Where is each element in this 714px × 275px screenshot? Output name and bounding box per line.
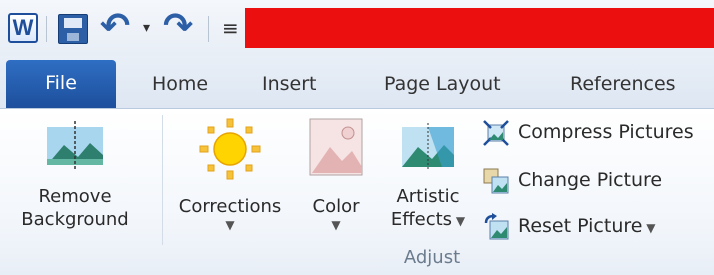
undo-dropdown-icon[interactable]: ▾ <box>143 20 150 36</box>
corrections-button[interactable]: Corrections ▼ <box>168 117 292 247</box>
color-button[interactable]: Color ▼ <box>298 117 374 247</box>
word-app-icon[interactable]: W <box>8 13 38 43</box>
adjust-group-label: Adjust <box>403 247 461 268</box>
customize-toolbar-icon[interactable]: ≡ <box>222 16 239 40</box>
reset-picture-text: Reset Picture <box>518 215 643 237</box>
compress-pictures-label: Compress Pictures <box>518 121 694 143</box>
compress-pictures-icon <box>483 120 509 146</box>
artistic-effects-label-line1: Artistic <box>396 186 460 207</box>
corrections-dropdown-icon: ▼ <box>225 218 235 232</box>
change-picture-icon <box>483 168 509 194</box>
remove-background-label-line1: Remove <box>38 186 112 207</box>
tab-insert[interactable]: Insert <box>262 60 317 108</box>
reset-picture-label: Reset Picture ▼ <box>518 213 656 239</box>
remove-background-icon <box>47 121 103 171</box>
tab-home[interactable]: Home <box>152 60 208 108</box>
artistic-effects-label-text: Effects <box>390 209 453 230</box>
corrections-label: Corrections <box>178 196 282 217</box>
artistic-effects-label-line2: Effects ▼ <box>380 208 476 231</box>
group-divider <box>162 115 163 245</box>
artistic-effects-icon <box>402 123 454 171</box>
remove-background-label-line2: Background <box>21 209 129 230</box>
color-label: Color <box>312 196 360 217</box>
sun-icon <box>199 118 261 180</box>
quick-access-toolbar: W ↶ ▾ ↷ ≡ <box>0 0 714 56</box>
change-picture-label: Change Picture <box>518 169 663 191</box>
ribbon-adjust-group: Remove Background Corrections ▼ Color ▼ … <box>0 109 714 275</box>
artistic-effects-button[interactable]: Artistic Effects ▼ <box>380 117 476 247</box>
toolbar-separator <box>208 16 209 42</box>
title-bar-redaction <box>245 8 714 48</box>
reset-picture-dropdown-icon: ▼ <box>642 221 656 235</box>
ribbon-tabs: File Home Insert Page Layout References <box>0 56 714 109</box>
save-icon[interactable] <box>58 14 88 44</box>
tab-references[interactable]: References <box>570 60 676 108</box>
tab-page-layout[interactable]: Page Layout <box>384 60 501 108</box>
reset-picture-icon <box>484 213 509 240</box>
color-dropdown-icon: ▼ <box>331 218 341 232</box>
tab-file[interactable]: File <box>6 60 116 108</box>
redo-icon[interactable]: ↷ <box>163 6 193 47</box>
color-picture-icon <box>309 118 363 176</box>
artistic-effects-dropdown-icon: ▼ <box>452 214 466 228</box>
undo-icon[interactable]: ↶ <box>100 6 130 47</box>
remove-background-button[interactable]: Remove Background <box>10 117 140 247</box>
toolbar-separator <box>46 16 47 42</box>
